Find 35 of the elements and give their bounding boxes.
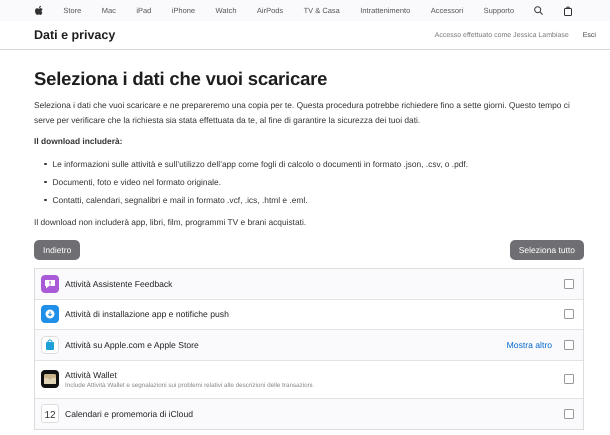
list-item-text: Documenti, foto e video nel formato originale.	[52, 176, 222, 189]
intro-paragraph: Seleziona i dati che vuoi scaricare e ne prepareremo una copia per te. Questa procedura potrebbe richiedere fino a sette giorni. Questo tempo ci serve per verificare che la richiesta sia stata effettuata da te, al fine di garantire la sicurezza dei tuoi dati.	[34, 99, 571, 127]
checkbox[interactable]	[564, 309, 574, 320]
checkbox[interactable]	[564, 374, 574, 384]
wallet-icon	[41, 370, 59, 388]
excludes-paragraph: Il download non includerà app, libri, film, programmi TV e brani acquistati.	[34, 216, 308, 229]
apple-logo-icon[interactable]	[34, 5, 43, 16]
calendar-icon: 12	[41, 404, 59, 424]
data-row[interactable]: Attività Assistente Feedback	[35, 269, 583, 298]
list-item-text: Contatti, calendari, segnalibri e mail in formato .vcf, .ics, .html e .eml.	[52, 194, 308, 207]
checkbox[interactable]	[564, 408, 574, 419]
checkbox[interactable]	[564, 278, 574, 289]
select-all-button[interactable]: Seleziona tutto	[510, 240, 584, 260]
search-icon[interactable]	[534, 6, 544, 15]
bullet-icon	[44, 180, 46, 184]
includes-label: Il download includerà:	[34, 135, 124, 148]
data-row[interactable]: 12 Calendari e promemoria di iCloud	[35, 398, 583, 428]
bag-icon[interactable]	[564, 6, 572, 16]
back-button[interactable]: Indietro	[34, 240, 80, 260]
feedback-icon	[41, 274, 59, 293]
heading: Seleziona i dati che vuoi scaricare	[34, 68, 328, 90]
list-item-text: Le informazioni sulle attività e sull’utilizzo dell’app come fogli di calcolo o documenti in formato .json, .csv, o .pdf.	[52, 158, 468, 171]
row-label: Calendari e promemoria di iCloud	[65, 408, 194, 419]
row-label: Attività di installazione app e notifiche push	[65, 309, 230, 320]
bullet-icon	[44, 198, 46, 202]
row-label: Attività Wallet	[65, 370, 118, 380]
row-label: Attività su Apple.com e Apple Store	[65, 340, 200, 350]
page-title: Dati e privacy	[34, 28, 116, 42]
checkbox[interactable]	[564, 340, 574, 350]
data-row[interactable]: Attività su Apple.com e Apple Store Mostra altro	[35, 329, 583, 360]
download-icon	[41, 305, 59, 324]
bullet-icon	[44, 162, 46, 166]
row-label: Attività Assistente Feedback	[65, 278, 174, 289]
shopping-bag-icon	[41, 336, 59, 354]
show-more-link[interactable]: Mostra altro	[506, 340, 552, 350]
